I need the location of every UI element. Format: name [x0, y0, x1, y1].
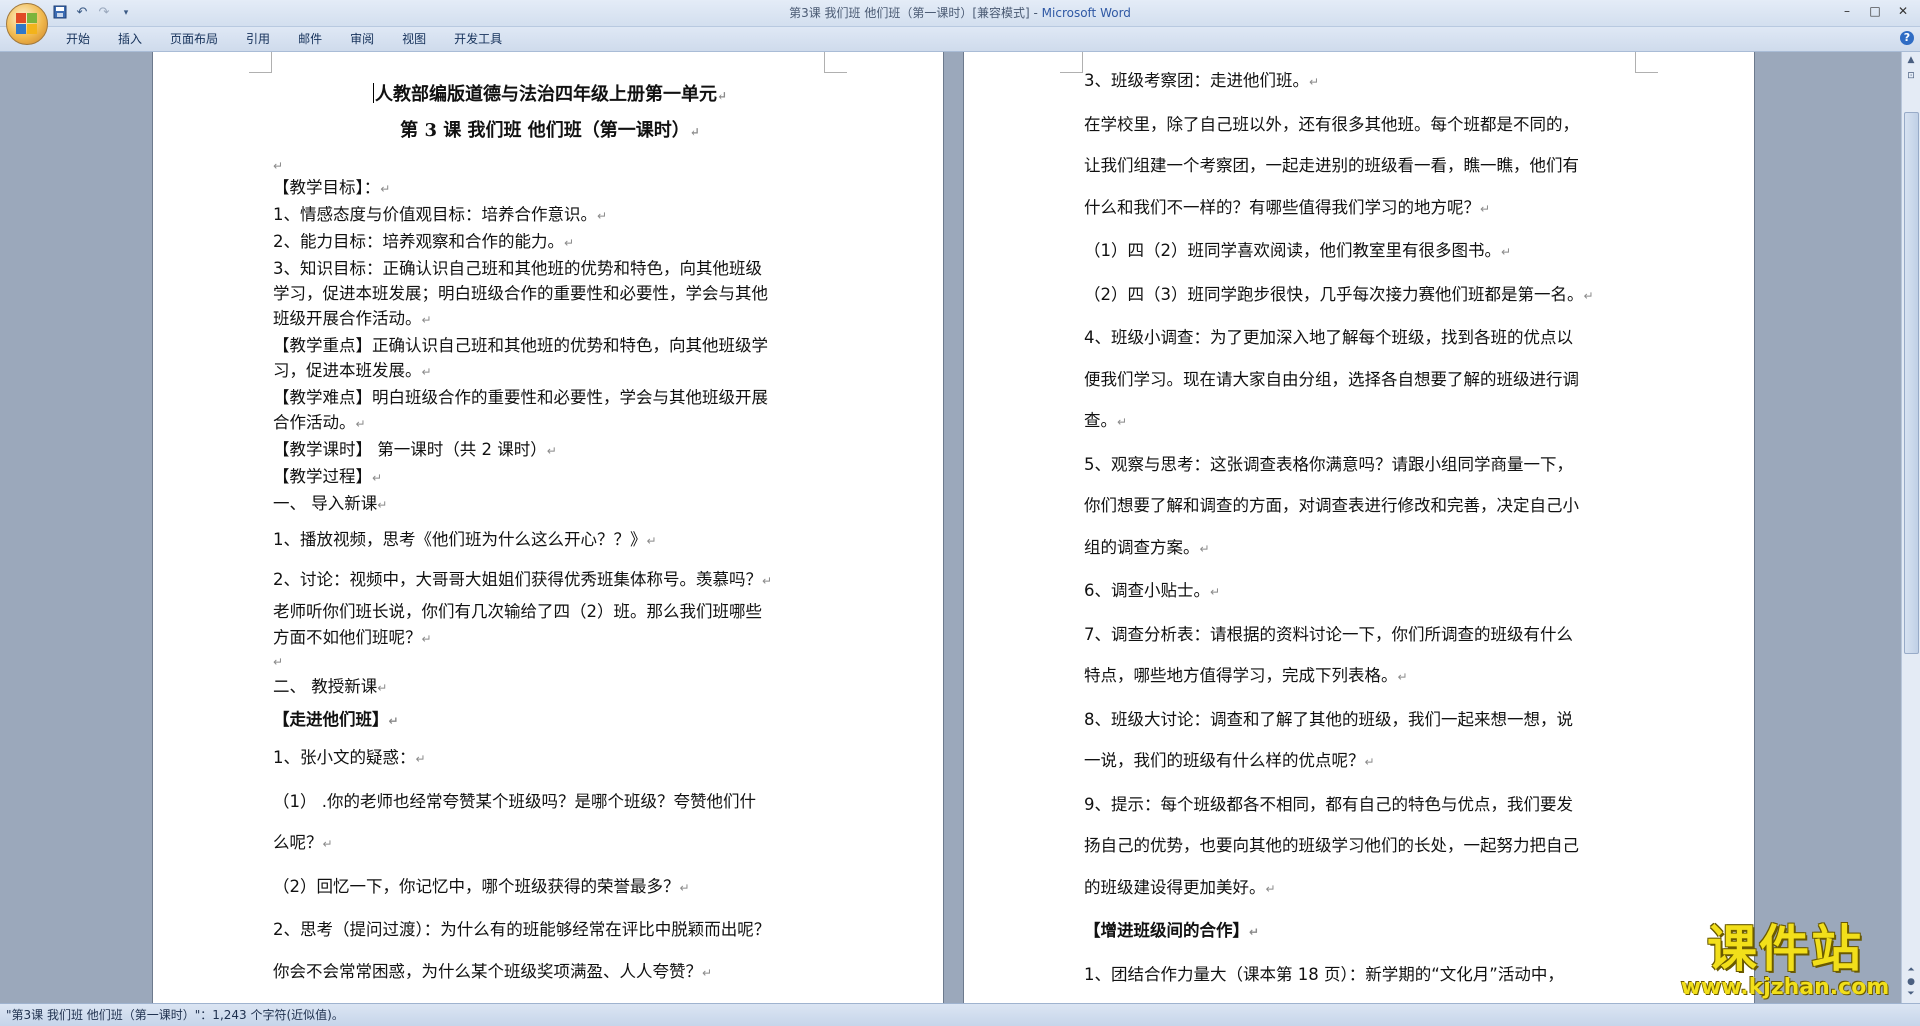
- status-text: "第3课 我们班 他们班（第一课时）"：1,243 个字符(近似值)。: [6, 1008, 344, 1022]
- section-heading: 二、 教授新课↵: [273, 677, 388, 696]
- tab-references[interactable]: 引用: [232, 27, 284, 51]
- paragraph: （1） .你的老师也经常夸赞某个班级吗？是哪个班级？夸赞他们什: [273, 791, 756, 811]
- paragraph: 【教学过程】↵: [273, 467, 383, 486]
- help-icon[interactable]: ?: [1900, 31, 1914, 45]
- paragraph: 【教学重点】正确认识自己班和其他班的优势和特色，向其他班级学: [273, 336, 768, 355]
- paragraph: 组的调查方案。↵: [1084, 537, 1210, 557]
- paragraph: 3、知识目标：正确认识自己班和其他班的优势和特色，向其他班级: [273, 259, 762, 278]
- margin-corner-mark: [1060, 52, 1083, 73]
- window-title: 第3课 我们班 他们班（第一课时）[兼容模式] - Microsoft Word: [0, 4, 1920, 21]
- paragraph: 7、调查分析表：请根据的资料讨论一下，你们所调查的班级有什么: [1084, 624, 1573, 644]
- paragraph: 什么和我们不一样的？有哪些值得我们学习的地方呢？↵: [1084, 197, 1491, 217]
- paragraph: （2）四（3）班同学跑步很快，几乎每次接力赛他们班都是第一名。↵: [1084, 284, 1594, 304]
- document-page-right[interactable]: 3、班级考察团：走进他们班。↵ 在学校里，除了自己班以外，还有很多其他班。每个班…: [963, 52, 1755, 1003]
- paragraph: 2、思考（提问过渡）：为什么有的班能够经常在评比中脱颖而出呢？: [273, 920, 771, 939]
- tab-view[interactable]: 视图: [388, 27, 440, 51]
- paragraph: 2、讨论：视频中，大哥哥大姐姐们获得优秀班集体称号。羡慕吗？↵: [273, 570, 773, 589]
- paragraph: 班级开展合作活动。↵: [273, 309, 432, 328]
- paragraph: 1、情感态度与价值观目标：培养合作意识。↵: [273, 205, 608, 224]
- paragraph: 让我们组建一个考察团，一起走进别的班级看一看，瞧一瞧，他们有: [1084, 156, 1579, 175]
- section-heading: 一、 导入新课↵: [273, 494, 388, 513]
- subsection-heading: 【走进他们班】↵: [273, 710, 399, 729]
- tab-review[interactable]: 审阅: [336, 27, 388, 51]
- paragraph: 的班级建设得更加美好。↵: [1084, 877, 1276, 897]
- paragraph: 1、张小文的疑惑：↵: [273, 748, 426, 767]
- vertical-scrollbar[interactable]: ▲ ⊡ ⏶ ● ⏷: [1901, 52, 1920, 1003]
- paragraph: 扬自己的优势，也要向其他的班级学习他们的长处，一起努力把自己: [1084, 836, 1579, 855]
- tab-mailings[interactable]: 邮件: [284, 27, 336, 51]
- paragraph: 1、团结合作力量大（课本第 18 页）：新学期的“文化月”活动中，: [1084, 964, 1564, 984]
- document-page-left[interactable]: 人教部编版道德与法治四年级上册第一单元↵ 第 3 课 我们班 他们班（第一课时）…: [152, 52, 944, 1003]
- paragraph: 你会不会常常困惑，为什么某个班级奖项满盈、人人夸赞？↵: [273, 961, 713, 981]
- watermark-title: 课件站: [1707, 920, 1863, 978]
- paragraph: （2）回忆一下，你记忆中，哪个班级获得的荣誉最多？↵: [273, 876, 690, 896]
- paragraph: 8、班级大讨论：调查和了解了其他的班级，我们一起来想一想，说: [1084, 709, 1573, 729]
- paragraph: 合作活动。↵: [273, 413, 366, 432]
- text-cursor: [372, 83, 374, 103]
- status-bar: "第3课 我们班 他们班（第一课时）"：1,243 个字符(近似值)。: [0, 1003, 1920, 1026]
- minimize-button[interactable]: –: [1834, 2, 1860, 20]
- maximize-button[interactable]: □: [1862, 2, 1888, 20]
- previous-page-icon[interactable]: ⏶: [1905, 964, 1917, 976]
- paragraph: 便我们学习。现在请大家自由分组，选择各自想要了解的班级进行调: [1084, 369, 1579, 389]
- paragraph: 学习，促进本班发展；明白班级合作的重要性和必要性，学会与其他: [273, 284, 768, 303]
- scroll-thumb[interactable]: [1904, 112, 1919, 654]
- office-button[interactable]: [6, 3, 48, 45]
- tab-insert[interactable]: 插入: [104, 27, 156, 51]
- subsection-heading: 【增进班级间的合作】↵: [1084, 921, 1260, 940]
- next-page-icon[interactable]: ⏷: [1905, 988, 1917, 1000]
- tab-developer[interactable]: 开发工具: [440, 27, 516, 51]
- window-controls: – □ ✕: [1834, 2, 1916, 20]
- lesson-title-line: 第 3 课 我们班 他们班（第一课时）↵: [400, 120, 700, 141]
- right-page-content: 3、班级考察团：走进他们班。↵ 在学校里，除了自己班以外，还有很多其他班。每个班…: [1084, 60, 1638, 995]
- left-page-content: 人教部编版道德与法治四年级上册第一单元↵ 第 3 课 我们班 他们班（第一课时）…: [273, 78, 827, 994]
- paragraph: 在学校里，除了自己班以外，还有很多其他班。每个班都是不同的，: [1084, 114, 1579, 134]
- app-name: Microsoft Word: [1041, 6, 1131, 20]
- paragraph: 特点，哪些地方值得学习，完成下列表格。↵: [1084, 666, 1408, 685]
- tab-home[interactable]: 开始: [52, 27, 104, 51]
- paragraph: 【教学难点】明白班级合作的重要性和必要性，学会与其他班级开展: [273, 388, 768, 407]
- paragraph: 么呢？↵: [273, 833, 333, 852]
- paragraph: 一说，我们的班级有什么样的优点呢？↵: [1084, 751, 1375, 770]
- paragraph: 3、班级考察团：走进他们班。↵: [1084, 71, 1320, 90]
- paragraph: 4、班级小调查：为了更加深入地了解每个班级，找到各班的优点以: [1084, 328, 1573, 347]
- title-bar: ↶ ↷ ▾ 第3课 我们班 他们班（第一课时）[兼容模式] - Microsof…: [0, 0, 1920, 27]
- select-browse-object-icon[interactable]: ●: [1905, 976, 1917, 988]
- paragraph: 方面不如他们班呢？↵: [273, 628, 432, 647]
- paragraph: 【教学目标】：↵: [273, 178, 391, 197]
- paragraph: 1、播放视频，思考《他们班为什么这么开心？？》↵: [273, 530, 657, 549]
- paragraph: 你们想要了解和调查的方面，对调查表进行修改和完善，决定自己小: [1084, 496, 1579, 515]
- paragraph: 老师听你们班长说，你们有几次输给了四（2）班。那么我们班哪些: [273, 602, 762, 621]
- scroll-up-icon[interactable]: ▲: [1905, 54, 1917, 66]
- tab-page-layout[interactable]: 页面布局: [156, 27, 232, 51]
- margin-corner-mark: [249, 52, 272, 73]
- close-button[interactable]: ✕: [1890, 2, 1916, 20]
- paragraph: （1）四（2）班同学喜欢阅读，他们教室里有很多图书。↵: [1084, 241, 1512, 260]
- site-watermark: 课件站 www.kjzhan.com: [1666, 922, 1904, 1002]
- ribbon-tabs: 开始 插入 页面布局 引用 邮件 审阅 视图 开发工具 ?: [0, 27, 1920, 52]
- office-logo-icon: [16, 13, 38, 35]
- margin-corner-mark: [824, 52, 847, 73]
- paragraph: 9、提示：每个班级都各不相同，都有自己的特色与优点，我们要发: [1084, 794, 1573, 814]
- paragraph: 2、能力目标：培养观察和合作的能力。↵: [273, 232, 575, 251]
- paragraph: 【教学课时】 第一课时（共 2 课时）↵: [273, 440, 557, 459]
- document-title: 第3课 我们班 他们班（第一课时）[兼容模式] -: [789, 6, 1042, 20]
- ruler-toggle-icon[interactable]: ⊡: [1905, 70, 1917, 82]
- document-area[interactable]: 人教部编版道德与法治四年级上册第一单元↵ 第 3 课 我们班 他们班（第一课时）…: [0, 52, 1902, 1003]
- paragraph: 5、观察与思考：这张调查表格你满意吗？请跟小组同学商量一下，: [1084, 454, 1573, 474]
- paragraph: 查。↵: [1084, 411, 1128, 430]
- paragraph: 6、调查小贴士。↵: [1084, 581, 1221, 600]
- watermark-url: www.kjzhan.com: [1680, 975, 1890, 1000]
- paragraph: 习，促进本班发展。↵: [273, 361, 432, 380]
- empty-paragraph: ↵: [273, 159, 284, 173]
- empty-paragraph: ↵: [273, 655, 284, 669]
- document-title-line: 人教部编版道德与法治四年级上册第一单元↵: [372, 83, 728, 105]
- margin-corner-mark: [1635, 52, 1658, 73]
